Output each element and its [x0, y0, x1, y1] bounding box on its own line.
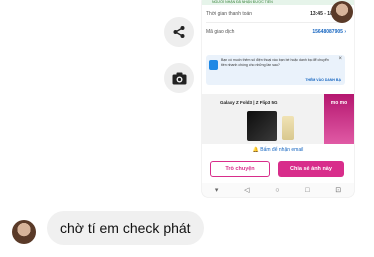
camera-icon — [172, 72, 186, 84]
receipt-banner: NGƯỜI NHẬN ĐÃ NHẬN ĐƯỢC TIỀN — [202, 0, 354, 5]
chevron-right-icon: › — [344, 29, 346, 35]
nav-down-icon[interactable]: ▾ — [215, 186, 219, 194]
notice-text: Bạn có muốn thêm số điện thoại vào bạn b… — [221, 58, 329, 67]
bell-icon: 🔔 — [252, 147, 259, 153]
message-text: chờ tí em check phát — [60, 220, 191, 236]
add-to-contacts-link[interactable]: THÊM VÀO DANH BẠ — [305, 78, 341, 82]
email-link[interactable]: 🔔 Bấm để nhận email — [202, 147, 354, 153]
transaction-id-value: 15648087905 › — [312, 29, 346, 35]
close-icon[interactable]: × — [338, 56, 342, 62]
ad-title: Galaxy Z Fold3 | Z Flip3 5G — [220, 100, 278, 105]
screenshot-icon[interactable]: ⊡ — [335, 186, 341, 194]
sender-avatar[interactable] — [12, 220, 36, 244]
phone-image — [247, 111, 277, 141]
share-button[interactable] — [164, 17, 194, 47]
payment-time-label: Thời gian thanh toán — [206, 11, 253, 17]
contact-card-icon — [209, 60, 218, 70]
share-icon — [173, 26, 185, 38]
chat-button[interactable]: Trò chuyện — [210, 161, 270, 177]
momo-logo: mo mo — [330, 100, 348, 106]
message-bubble[interactable]: chờ tí em check phát — [47, 211, 204, 245]
shared-receipt-image[interactable]: NGƯỜI NHẬN ĐÃ NHẬN ĐƯỢC TIỀN Thời gian t… — [202, 0, 354, 197]
promo-banner[interactable]: Galaxy Z Fold3 | Z Flip3 5G mo mo — [202, 94, 354, 144]
divider — [206, 22, 346, 23]
transaction-id-label: Mã giao dịch — [206, 29, 235, 35]
share-image-button[interactable]: Chia sẻ ảnh này — [278, 161, 344, 177]
home-icon[interactable]: ○ — [275, 187, 279, 194]
android-nav-bar: ▾ ◁ ○ □ ⊡ — [202, 183, 354, 197]
recents-icon[interactable]: □ — [305, 187, 309, 194]
phone-image-flip — [282, 116, 294, 140]
ad-side-panel: mo mo — [324, 94, 354, 144]
back-icon[interactable]: ◁ — [244, 186, 249, 194]
camera-button[interactable] — [164, 63, 194, 93]
add-contact-notice: Bạn có muốn thêm số điện thoại vào bạn b… — [206, 55, 345, 85]
sender-avatar-top[interactable] — [331, 1, 353, 23]
